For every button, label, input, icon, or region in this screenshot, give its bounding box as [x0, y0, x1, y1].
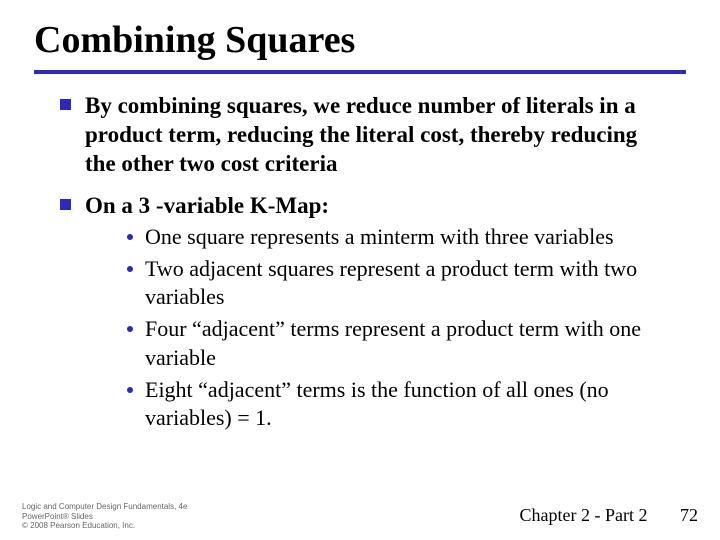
slide-title: Combining Squares [0, 0, 720, 70]
bullet-text: On a 3 -variable K-Map: [85, 192, 672, 221]
dot-bullet-icon [127, 387, 133, 393]
content-area: By combining squares, we reduce number o… [0, 92, 720, 436]
chapter-label: Chapter 2 - Part 2 [520, 505, 648, 525]
sub-bullet-item: Eight “adjacent” terms is the function o… [127, 376, 672, 432]
slide: Combining Squares By combining squares, … [0, 0, 720, 540]
title-underline [34, 70, 686, 74]
footer-right: Chapter 2 - Part 2 72 [520, 505, 698, 526]
dot-bullet-icon [127, 266, 133, 272]
sub-bullet-text: Eight “adjacent” terms is the function o… [145, 376, 672, 432]
sub-bullet-item: Four “adjacent” terms represent a produc… [127, 315, 672, 371]
square-bullet-icon [60, 99, 71, 110]
sub-bullet-text: One square represents a minterm with thr… [145, 223, 614, 251]
footer-line: Logic and Computer Design Fundamentals, … [22, 502, 187, 511]
sub-bullet-list: One square represents a minterm with thr… [127, 223, 672, 432]
bullet-item: On a 3 -variable K-Map: One square repre… [60, 192, 672, 436]
dot-bullet-icon [127, 234, 133, 240]
sub-bullet-text: Two adjacent squares represent a product… [145, 255, 672, 311]
footer-credits: Logic and Computer Design Fundamentals, … [22, 502, 187, 530]
footer-line: © 2008 Pearson Education, Inc. [22, 521, 187, 530]
footer-line: PowerPoint® Slides [22, 512, 187, 521]
dot-bullet-icon [127, 326, 133, 332]
sub-bullet-text: Four “adjacent” terms represent a produc… [145, 315, 672, 371]
bullet-text: By combining squares, we reduce number o… [85, 92, 672, 178]
sub-bullet-item: One square represents a minterm with thr… [127, 223, 672, 251]
page-number: 72 [680, 505, 698, 525]
sub-bullet-item: Two adjacent squares represent a product… [127, 255, 672, 311]
square-bullet-icon [60, 199, 71, 210]
bullet-item: By combining squares, we reduce number o… [60, 92, 672, 178]
